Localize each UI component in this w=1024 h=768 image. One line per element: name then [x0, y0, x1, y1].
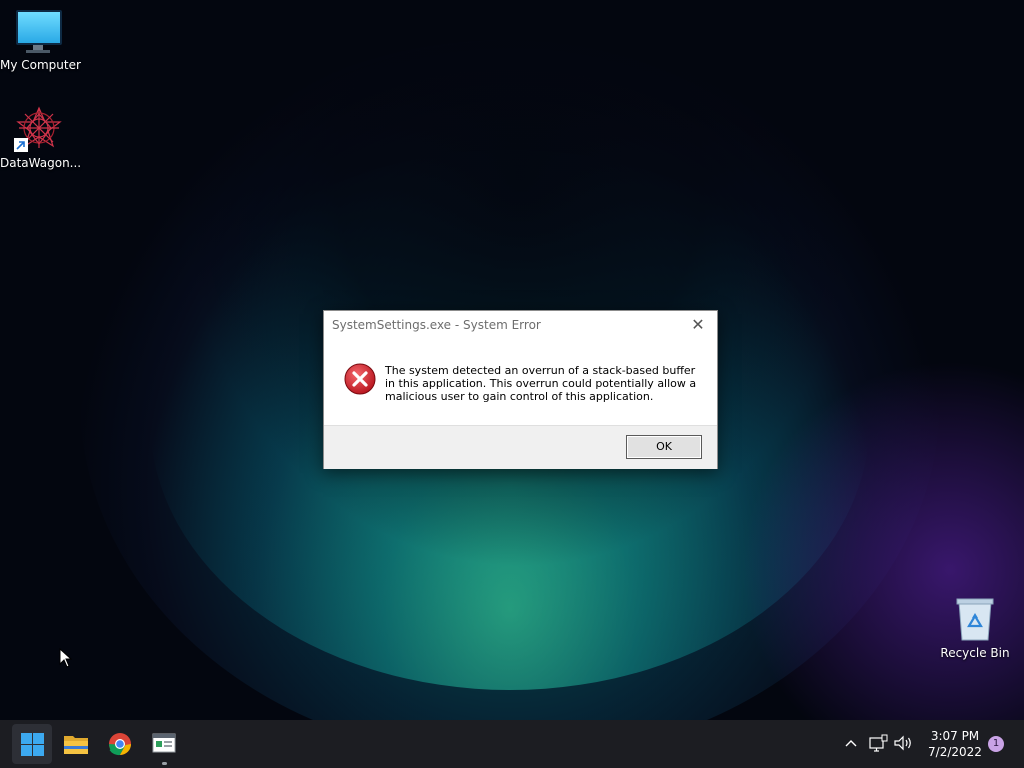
folder-icon — [64, 736, 88, 754]
desktop-wallpaper: My Computer DataWagon... Recycle Bin Sys… — [0, 0, 1024, 720]
clock[interactable]: 3:07 PM 7/2/2022 — [920, 728, 990, 760]
dialog-title: SystemSettings.exe - System Error — [332, 318, 541, 332]
chrome-icon — [109, 733, 131, 756]
ok-button[interactable]: OK — [626, 435, 702, 459]
network-icon — [869, 734, 888, 752]
error-message: The system detected an overrun of a stac… — [385, 364, 697, 403]
taskbar-file-explorer[interactable] — [56, 724, 96, 764]
chevron-up-icon — [845, 740, 857, 747]
start-button[interactable] — [12, 724, 52, 764]
clock-date: 7/2/2022 — [928, 745, 982, 759]
show-hidden-icons-button[interactable] — [840, 732, 862, 754]
datawagon-shortcut-icon — [0, 106, 78, 152]
clock-time: 3:07 PM — [930, 729, 980, 743]
recycle-bin-icon — [936, 596, 1014, 642]
dialog-body: The system detected an overrun of a stac… — [324, 345, 717, 425]
error-icon — [344, 363, 376, 395]
running-indicator — [162, 762, 167, 765]
monitor-icon — [0, 10, 78, 54]
desktop-icon-label: My Computer — [0, 58, 81, 72]
network-button[interactable] — [867, 732, 889, 754]
desktop-icon-recycle-bin[interactable]: Recycle Bin — [936, 596, 1014, 660]
desktop-icon-my-computer[interactable]: My Computer — [0, 10, 81, 72]
close-icon: ✕ — [691, 315, 705, 334]
error-dialog: SystemSettings.exe - System Error ✕ The … — [323, 310, 718, 469]
app-window-icon — [152, 733, 176, 753]
close-button[interactable]: ✕ — [687, 315, 709, 335]
volume-button[interactable] — [892, 732, 914, 754]
speaker-icon — [894, 735, 911, 751]
taskbar-chrome[interactable] — [100, 724, 140, 764]
taskbar: 3:07 PM 7/2/2022 1 — [0, 720, 1024, 768]
shortcut-arrow-icon — [14, 138, 28, 152]
notification-badge[interactable]: 1 — [988, 736, 1004, 752]
mouse-cursor-icon — [59, 648, 73, 668]
desktop-icon-datawagon[interactable]: DataWagon... — [0, 106, 82, 170]
desktop-icon-label: Recycle Bin — [940, 646, 1010, 660]
dialog-footer: OK — [324, 425, 717, 469]
taskbar-settings-app[interactable] — [144, 724, 184, 764]
desktop-icon-label: DataWagon... — [0, 156, 82, 170]
